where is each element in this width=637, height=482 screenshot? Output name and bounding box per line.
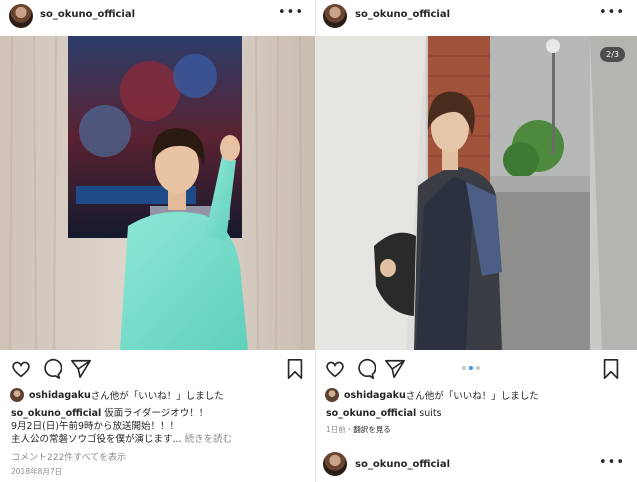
feed-post-left: so_okuno_official ••• oshidagaku さん他が「いい… [0,0,316,482]
post-username[interactable]: so_okuno_official [355,459,450,470]
caption-line-1: so_okuno_official suits [326,407,629,420]
liker-avatar [325,388,339,402]
read-more-link[interactable]: 続きを読む [185,434,233,445]
caption-username[interactable]: so_okuno_official [11,408,101,419]
caption-line-3: 主人公の常磐ソウゴ役を僕が演じます... 続きを読む [11,433,308,446]
likes-summary[interactable]: oshidagaku さん他が「いいね！」しました [10,387,306,403]
more-options-icon[interactable]: ••• [599,456,625,470]
likes-summary[interactable]: oshidagaku さん他が「いいね！」しました [325,387,627,403]
post-header: so_okuno_official ••• [0,0,316,36]
photo-illustration [316,36,637,350]
heart-icon[interactable] [324,358,346,380]
avatar[interactable] [9,4,33,28]
caption-line-1: so_okuno_official 仮面ライダージオウ！！ [11,407,308,420]
caption-line-2: 9月2日(日)午前9時から放送開始！！！ [11,421,180,432]
post-photo[interactable]: 2/3 [316,36,637,350]
avatar[interactable] [323,4,347,28]
carousel-indicator [462,366,480,370]
carousel-counter: 2/3 [600,47,625,62]
post-username[interactable]: so_okuno_official [40,9,135,20]
carousel-dot [476,366,480,370]
avatar[interactable] [323,452,347,476]
next-post-header: so_okuno_official ••• [316,450,637,480]
caption-text: suits [419,408,442,419]
likes-suffix: さん他が「いいね！」しました [405,391,539,402]
post-username[interactable]: so_okuno_official [355,9,450,20]
more-options-icon[interactable]: ••• [278,6,304,20]
photo-illustration [0,36,316,350]
caption-text-3: 主人公の常磐ソウゴ役を僕が演じます... [11,434,182,445]
share-icon[interactable] [384,358,406,380]
post-photo[interactable] [0,36,316,350]
carousel-dot-active [469,366,473,370]
post-date: 2018年8月7日 [11,467,63,476]
liker-avatar [10,388,24,402]
view-comments-link[interactable]: コメント222件すべてを表示 [11,450,126,463]
likes-suffix: さん他が「いいね！」しました [90,391,224,402]
post-actions [0,356,316,382]
more-options-icon[interactable]: ••• [599,6,625,20]
caption-text: 仮面ライダージオウ！！ [104,408,209,419]
post-meta: 1日前・翻訳を見る [326,424,391,435]
share-icon[interactable] [70,358,92,380]
bookmark-icon[interactable] [284,358,306,380]
feed-post-right: so_okuno_official ••• 2/3 oshidagaku さん他… [316,0,637,482]
heart-icon[interactable] [10,358,32,380]
likes-user[interactable]: oshidagaku [344,390,406,401]
likes-user[interactable]: oshidagaku [29,390,91,401]
carousel-dot [462,366,466,370]
bookmark-icon[interactable] [600,358,622,380]
post-time: 1日前 [326,425,346,434]
caption-username[interactable]: so_okuno_official [326,408,416,419]
comment-icon[interactable] [40,358,62,380]
comment-icon[interactable] [354,358,376,380]
post-header: so_okuno_official ••• [316,0,637,36]
translate-link[interactable]: 翻訳を見る [353,425,391,434]
